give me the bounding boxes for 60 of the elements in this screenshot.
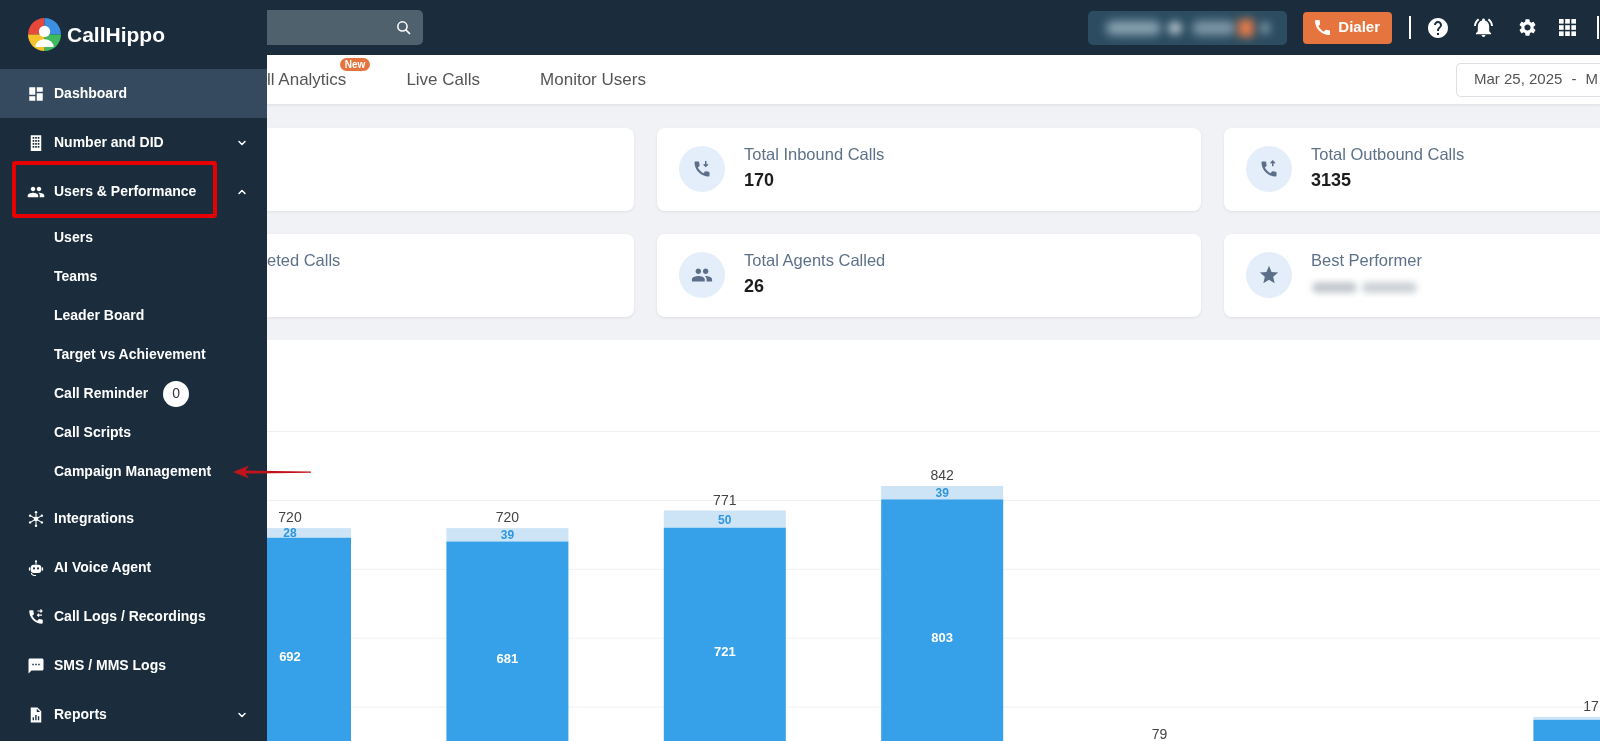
new-badge: New	[339, 58, 371, 71]
search-icon	[395, 19, 412, 36]
logo-text: CallHippo	[67, 21, 165, 48]
stat-label: Total Agents Called	[744, 250, 886, 271]
total-label: 720	[495, 509, 520, 526]
tab[interactable]: Live Calls	[376, 68, 511, 91]
stat-value: 26	[744, 275, 766, 298]
sidebar-item[interactable]: Reports	[0, 690, 267, 739]
sidebar-item[interactable]: Integrations	[0, 494, 267, 543]
data-label: 50	[718, 512, 732, 527]
sidebar-subitem[interactable]: Call Reminder 0	[0, 374, 267, 413]
stat-value: 170	[744, 169, 776, 192]
settings-icon[interactable]	[1519, 19, 1536, 36]
stat-value: 3135	[1311, 169, 1353, 192]
count-badge: 0	[163, 380, 190, 407]
sidebar-subitem[interactable]: Target vs Achievement	[0, 335, 267, 374]
help-icon[interactable]	[1428, 17, 1448, 38]
sidebar-item[interactable]: Call Logs / Recordings	[0, 592, 267, 641]
phone-icon	[1315, 20, 1331, 35]
sidebar-item[interactable]: Users & Performance	[0, 167, 267, 216]
data-label: 803	[931, 630, 954, 646]
search-field[interactable]	[267, 10, 423, 45]
data-label: 39	[500, 528, 515, 543]
data-label: 721	[713, 644, 736, 660]
sidebar-subitem[interactable]: Leader Board	[0, 296, 267, 335]
sidebar-item[interactable]: Dashboard	[0, 69, 267, 118]
total-label: 17	[1583, 697, 1599, 714]
total-label: 842	[930, 467, 954, 483]
data-label: 28	[283, 526, 297, 541]
logo-icon	[28, 18, 61, 51]
sidebar-item[interactable]: SMS / MMS Logs	[0, 641, 267, 690]
stat-label: Total Outbound Calls	[1311, 144, 1465, 165]
total-label: 771	[713, 491, 737, 508]
data-label: 681	[496, 651, 519, 667]
sidebar-subitem[interactable]: Call Scripts	[0, 413, 267, 452]
notification-bell-icon[interactable]	[1474, 18, 1493, 37]
people-icon	[679, 252, 725, 298]
total-label: 720	[278, 509, 302, 526]
phone-incoming-icon	[679, 146, 725, 192]
stat-label: Best Performer	[1311, 250, 1423, 271]
stat-label: Total Inbound Calls	[744, 144, 885, 165]
data-label: 692	[279, 649, 301, 665]
total-label: 79	[1151, 726, 1168, 741]
phone-arrows-icon	[27, 607, 45, 626]
stat-label: eted Calls	[267, 250, 341, 271]
sidebar-subitem[interactable]: Users	[0, 218, 267, 257]
sidebar-item[interactable]: AI Voice Agent	[0, 543, 267, 592]
apps-grid-icon[interactable]	[1559, 19, 1576, 36]
hub-icon	[27, 509, 45, 528]
data-label: 39	[935, 486, 949, 501]
sidebar-subitem[interactable]: Campaign Management	[0, 452, 267, 491]
sidebar-subitem[interactable]: Teams	[0, 257, 267, 296]
tab[interactable]: ll Analytics	[267, 68, 377, 91]
chat-bubble-icon	[27, 656, 45, 675]
date-range-picker[interactable]: Mar 25, 2025 - M	[1456, 62, 1600, 97]
dashboard-icon	[27, 84, 45, 103]
robot-icon	[27, 558, 45, 577]
tab[interactable]: Monitor Users	[510, 68, 676, 91]
sidebar-item[interactable]: Number and DID	[0, 118, 267, 167]
phone-outgoing-icon	[1246, 146, 1292, 192]
